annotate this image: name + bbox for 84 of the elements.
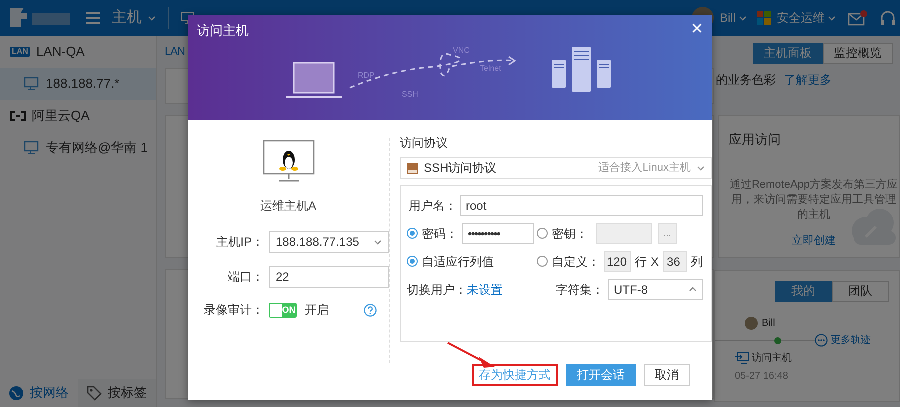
- monitor-icon: [24, 141, 40, 155]
- learn-more-link[interactable]: 了解更多: [784, 71, 832, 89]
- more-trail-link[interactable]: 更多轨迹: [831, 333, 871, 348]
- cloud-bracket-icon: [10, 111, 26, 121]
- recording-switch[interactable]: ON: [269, 302, 297, 318]
- network-tab[interactable]: LAN: [165, 36, 185, 68]
- cols-field[interactable]: 36: [663, 251, 688, 272]
- port-field[interactable]: 22: [269, 266, 389, 288]
- open-session-button[interactable]: 打开会话: [566, 364, 636, 386]
- user-menu[interactable]: Bill: [718, 9, 749, 27]
- protocol-select[interactable]: SSH访问协议 适合接入Linux主机: [400, 157, 712, 179]
- laptop-icon: [286, 62, 342, 98]
- more-icon[interactable]: [815, 334, 828, 347]
- module-menu[interactable]: 主机: [108, 6, 160, 30]
- card-title: 应用访问: [729, 131, 782, 149]
- annotation-arrow: [446, 341, 496, 369]
- radio-option[interactable]: 密钥：: [537, 224, 588, 242]
- view-tab[interactable]: 监控概览: [823, 43, 893, 64]
- switch-state: 开启: [305, 302, 329, 319]
- caret-icon: [148, 16, 156, 20]
- activity-tab[interactable]: 团队: [832, 281, 889, 302]
- hint-text: 的业务色彩: [716, 72, 776, 89]
- field-label: 录像审计：: [203, 302, 264, 319]
- ssh-icon: [407, 162, 418, 174]
- caret-icon: [689, 287, 698, 292]
- menu-icon[interactable]: [86, 12, 100, 24]
- username-field[interactable]: root: [460, 195, 704, 216]
- cancel-button[interactable]: 取消: [644, 364, 690, 386]
- create-link[interactable]: 立即创建: [792, 234, 836, 246]
- field-label: 字符集：: [556, 282, 604, 298]
- globe-icon: [9, 386, 24, 400]
- network-name[interactable]: 阿里云QA: [32, 106, 90, 126]
- radio-option[interactable]: 自适应行列值: [407, 252, 494, 270]
- activity-tab[interactable]: 我的: [775, 281, 832, 302]
- caret-icon: [697, 166, 706, 170]
- protocol-label: VNC: [453, 46, 470, 55]
- dialog-title: 访问主机: [197, 22, 249, 40]
- section-title: 访问协议: [400, 135, 448, 152]
- field-label: 用户名：: [408, 198, 457, 214]
- tree-item[interactable]: 188.188.77.*: [0, 68, 156, 100]
- help-icon[interactable]: [364, 304, 377, 316]
- product-menu[interactable]: 安全运维: [775, 9, 838, 27]
- unit-label: 列: [691, 254, 704, 270]
- caret-icon: [828, 16, 836, 20]
- field-label: 切换用户：: [407, 282, 467, 298]
- protocol-label: RDP: [358, 71, 375, 80]
- tree-item[interactable]: 专有网络@华南 1: [0, 132, 156, 164]
- activity-time: 05-27 16:48: [735, 370, 788, 384]
- times-label: X: [651, 254, 660, 270]
- monitor-icon: [24, 77, 40, 91]
- monitor-arrow-icon: [735, 352, 750, 365]
- ip-select[interactable]: 188.188.77.135: [269, 231, 389, 253]
- field-label: 主机IP：: [216, 234, 264, 251]
- close-button[interactable]: ×: [688, 19, 706, 39]
- activity-action: 访问主机: [752, 352, 792, 366]
- user-name: Bill: [762, 317, 776, 331]
- browse-button[interactable]: ...: [658, 223, 677, 244]
- mail-icon[interactable]: [848, 10, 868, 26]
- protocol-label: SSH: [402, 90, 418, 99]
- host-name: 运维主机A: [260, 198, 316, 215]
- caret-icon: [374, 240, 382, 244]
- grid-icon: [757, 11, 771, 25]
- linux-host-drawing: [262, 140, 314, 184]
- rows-field[interactable]: 120: [604, 251, 631, 272]
- charset-select[interactable]: UTF-8: [608, 279, 704, 300]
- radio-option[interactable]: 密码：: [407, 224, 458, 242]
- servers-icon: [552, 47, 611, 92]
- lan-badge: LAN: [10, 46, 30, 58]
- avatar-icon: [745, 317, 758, 330]
- save-shortcut-link[interactable]: 存为快捷方式: [472, 364, 558, 386]
- not-set-link[interactable]: 未设置: [467, 280, 503, 298]
- radio-option[interactable]: 自定义：: [537, 252, 600, 270]
- sidebar-tab[interactable]: 按标签: [78, 379, 156, 407]
- tag-icon: [87, 386, 102, 400]
- network-name[interactable]: LAN-QA: [36, 42, 85, 62]
- key-field[interactable]: [596, 223, 652, 244]
- caret-icon: [739, 16, 747, 20]
- headset-icon[interactable]: [880, 10, 896, 26]
- field-label: 端口：: [227, 269, 264, 286]
- unit-label: 行: [635, 254, 647, 270]
- protocol-label: Telnet: [480, 64, 502, 73]
- password-field[interactable]: ••••••••••: [462, 223, 534, 244]
- card-description: 通过RemoteApp方案发布第三方应用，来访问需要特定应用工具管理的主机: [729, 178, 899, 222]
- view-tab[interactable]: 主机面板: [753, 43, 823, 64]
